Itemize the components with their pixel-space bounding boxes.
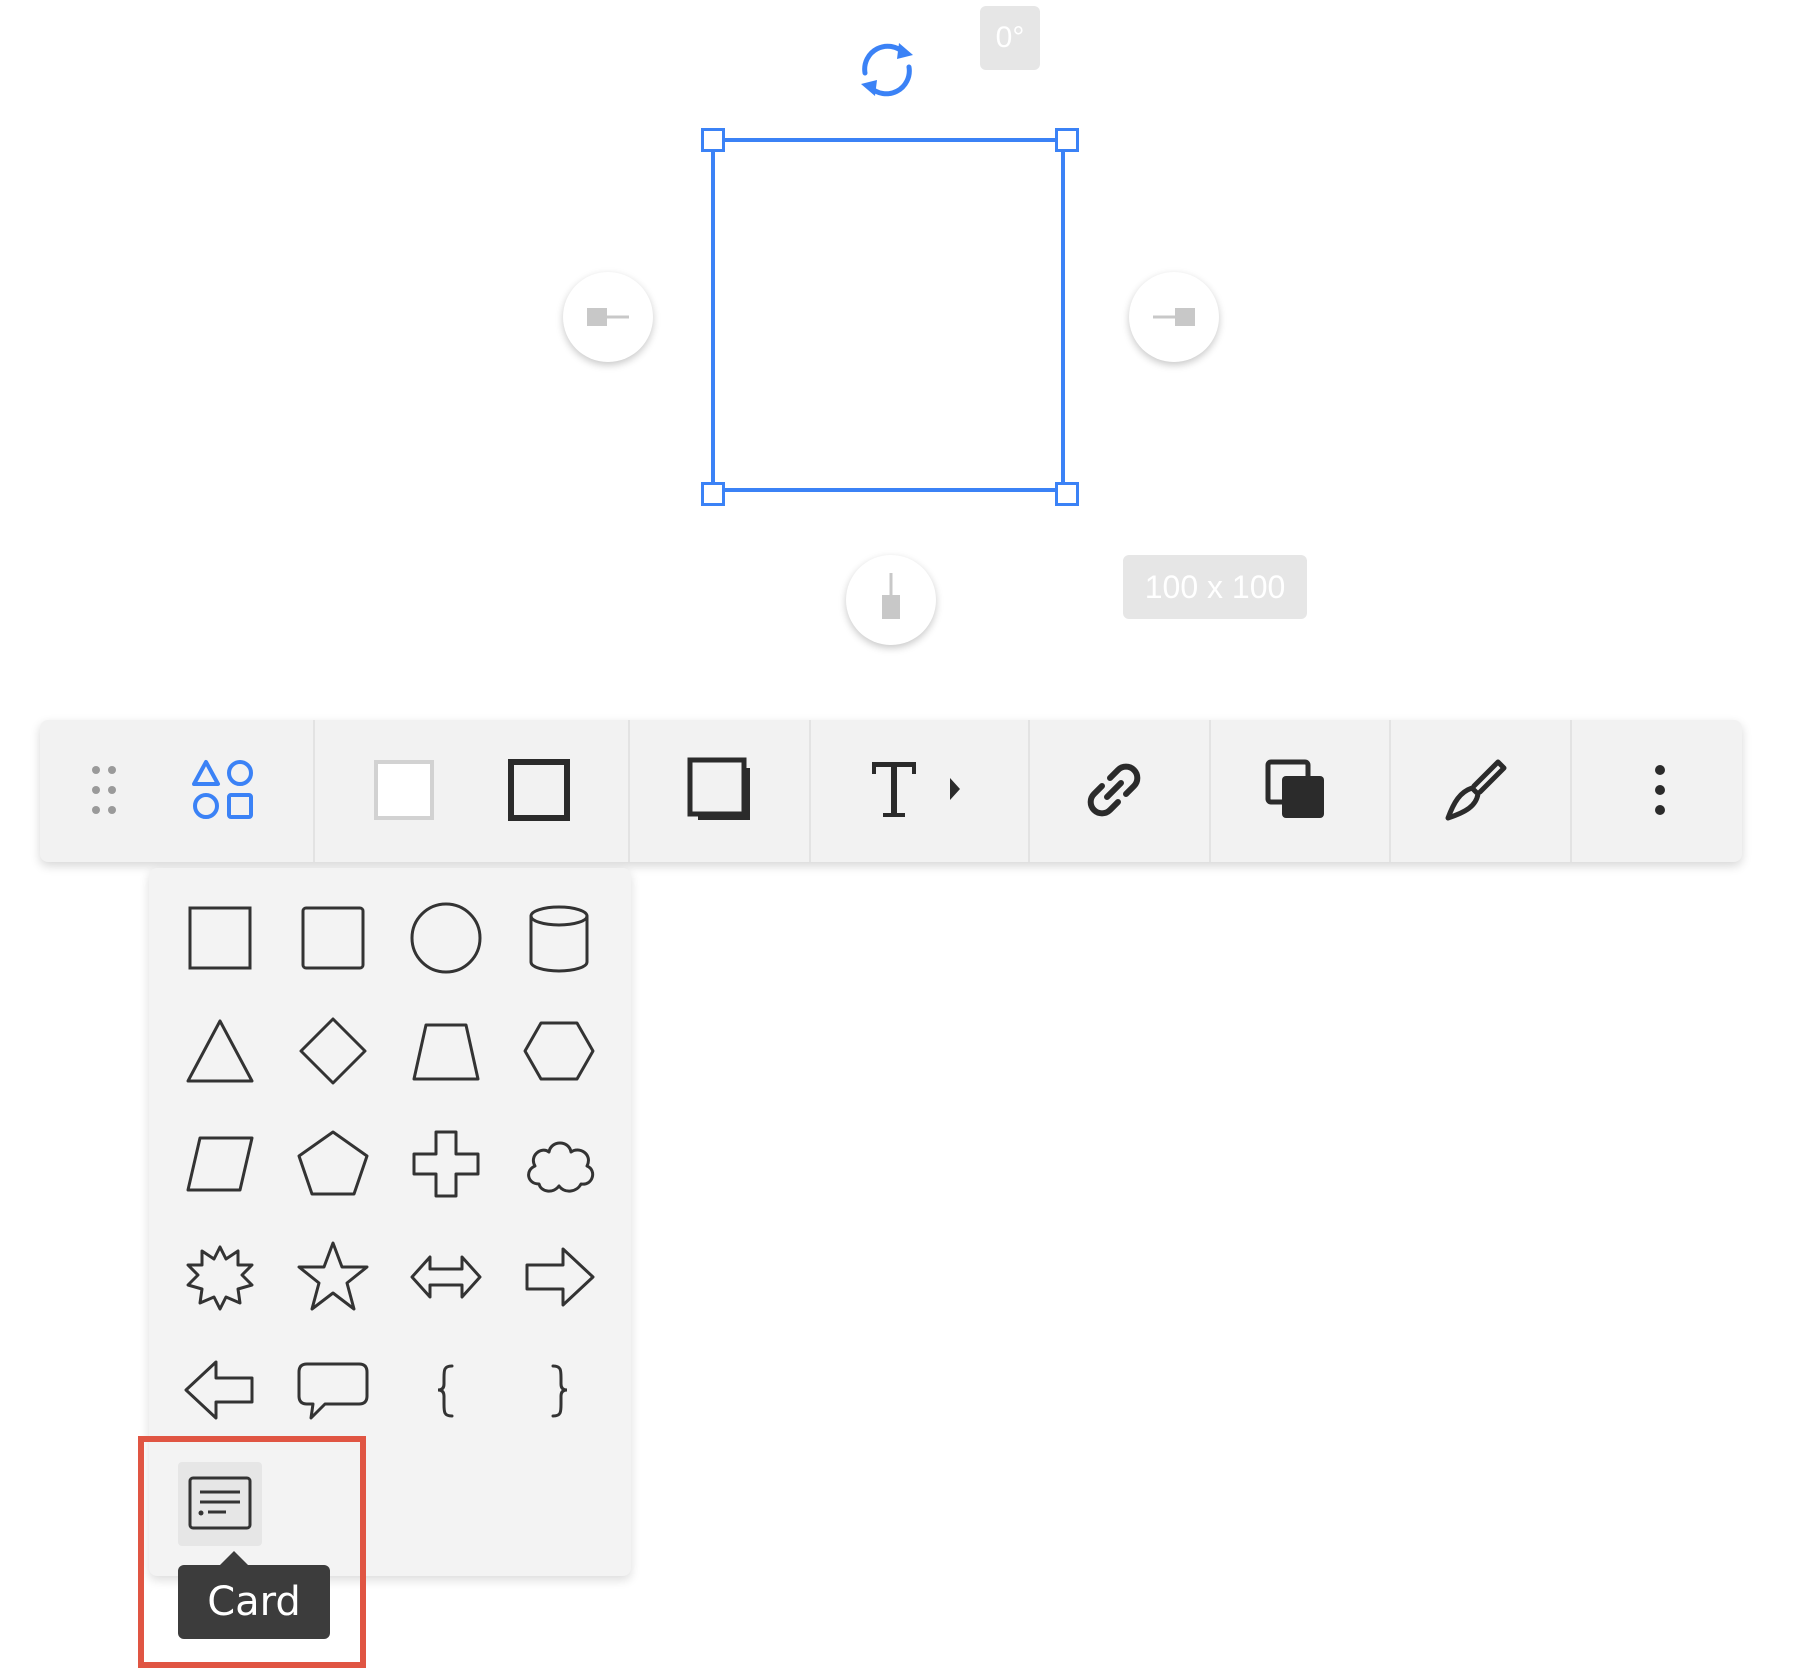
toolbar-divider: [1209, 720, 1211, 862]
resize-handle-top-left[interactable]: [701, 128, 725, 152]
shape-cross-button[interactable]: [404, 1122, 488, 1206]
shape-arrow-left-button[interactable]: [178, 1348, 262, 1432]
triangle-icon: [186, 1019, 254, 1083]
shape-starburst-button[interactable]: [178, 1235, 262, 1319]
selected-rectangle[interactable]: [711, 138, 1065, 492]
connector-right-icon: [1153, 308, 1195, 326]
brace-right-icon: [551, 1364, 568, 1418]
more-vertical-icon[interactable]: [1640, 758, 1680, 822]
shape-arrow-right-button[interactable]: [517, 1235, 601, 1319]
shape-diamond-button[interactable]: [291, 1009, 375, 1093]
arrow-left-icon: [184, 1360, 254, 1420]
highlight-box: [138, 1436, 366, 1668]
circle-icon: [410, 902, 482, 974]
drag-dots-icon[interactable]: [80, 760, 128, 820]
connector-left-icon: [587, 308, 629, 326]
fill-swatch-icon[interactable]: [370, 756, 438, 824]
layers-icon[interactable]: [1262, 756, 1330, 824]
trapezoid-icon: [412, 1023, 480, 1081]
double-arrow-icon: [410, 1255, 482, 1299]
shape-speech-bubble-button[interactable]: [291, 1348, 375, 1432]
rounded-square-icon: [301, 906, 365, 970]
link-icon[interactable]: [1080, 756, 1148, 824]
shape-brace-left-button[interactable]: [404, 1348, 488, 1432]
brush-icon[interactable]: [1440, 756, 1510, 826]
toolbar-divider: [1389, 720, 1391, 862]
shape-cylinder-button[interactable]: [517, 896, 601, 980]
border-square-icon[interactable]: [505, 756, 573, 824]
shadow-square-icon[interactable]: [686, 756, 756, 826]
rotate-icon[interactable]: [851, 37, 923, 102]
cross-icon: [412, 1130, 480, 1198]
shapes-icon[interactable]: [190, 756, 260, 824]
shape-double-arrow-button[interactable]: [404, 1235, 488, 1319]
toolbar-divider: [809, 720, 811, 862]
toolbar-divider: [313, 720, 315, 862]
shape-trapezoid-button[interactable]: [404, 1009, 488, 1093]
cloud-icon: [527, 1141, 595, 1193]
shape-pentagon-button[interactable]: [291, 1122, 375, 1206]
square-icon: [188, 906, 252, 970]
shape-cloud-button[interactable]: [517, 1122, 601, 1206]
connector-bottom-button[interactable]: [846, 555, 936, 645]
star-icon: [297, 1241, 369, 1311]
diamond-icon: [299, 1017, 367, 1085]
shape-parallelogram-button[interactable]: [178, 1122, 262, 1206]
toolbar-divider: [1028, 720, 1030, 862]
arrow-right-icon: [525, 1247, 595, 1307]
shape-star-button[interactable]: [291, 1235, 375, 1319]
toolbar-divider: [1570, 720, 1572, 862]
connector-bottom-icon: [882, 573, 900, 619]
hexagon-icon: [523, 1021, 595, 1081]
resize-handle-bottom-left[interactable]: [701, 482, 725, 506]
shape-circle-button[interactable]: [404, 896, 488, 980]
starburst-icon: [186, 1245, 254, 1311]
toolbar-divider: [628, 720, 630, 862]
shape-rounded-square-button[interactable]: [291, 896, 375, 980]
shape-brace-right-button[interactable]: [517, 1348, 601, 1432]
pentagon-icon: [297, 1130, 369, 1196]
shape-hexagon-button[interactable]: [517, 1009, 601, 1093]
resize-handle-bottom-right[interactable]: [1055, 482, 1079, 506]
dimensions-badge: 100 x 100: [1123, 555, 1307, 619]
speech-bubble-icon: [297, 1362, 369, 1420]
rotation-angle-badge: 0°: [980, 6, 1040, 70]
resize-handle-top-right[interactable]: [1055, 128, 1079, 152]
parallelogram-icon: [186, 1136, 254, 1192]
connector-left-button[interactable]: [563, 272, 653, 362]
shape-triangle-button[interactable]: [178, 1009, 262, 1093]
shape-square-button[interactable]: [178, 896, 262, 980]
text-t-icon[interactable]: [868, 756, 972, 824]
brace-left-icon: [437, 1364, 454, 1418]
cylinder-icon: [529, 905, 589, 973]
connector-right-button[interactable]: [1129, 272, 1219, 362]
